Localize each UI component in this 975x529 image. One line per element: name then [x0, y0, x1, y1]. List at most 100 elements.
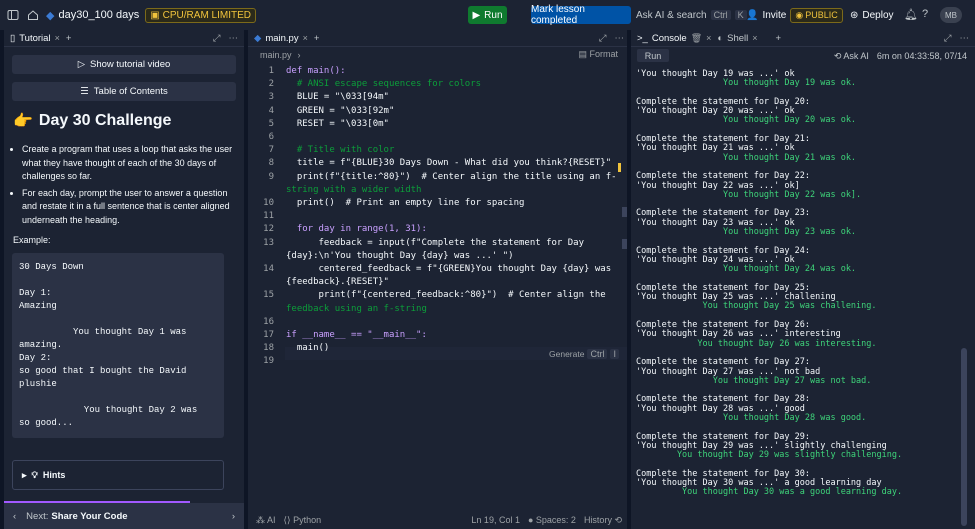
- line-text: print(f"{title:^80}") # Center align the…: [286, 171, 617, 182]
- shell-icon: ◐: [717, 32, 724, 44]
- close-icon[interactable]: ×: [55, 33, 60, 43]
- list-icon: ☰: [80, 86, 89, 97]
- code-line[interactable]: 4 GREEN = "\033[92m": [248, 105, 395, 118]
- format-button[interactable]: ▤ Format: [578, 49, 618, 60]
- format-label: Format: [589, 49, 618, 59]
- run-button[interactable]: ▶ Run: [468, 6, 507, 24]
- cpu-ram-badge[interactable]: ▣ CPU/RAM LIMITED: [145, 7, 256, 23]
- warning-icon: ▣: [150, 9, 160, 21]
- console-scrollbar[interactable]: [961, 348, 967, 526]
- deploy-button[interactable]: ⊛ Deploy: [850, 6, 894, 24]
- breadcrumb-file[interactable]: main.py: [260, 50, 292, 60]
- invite-button[interactable]: 👤 Invite ◉ PUBLIC: [746, 6, 843, 24]
- code-line[interactable]: 10 print() # Print an empty line for spa…: [248, 197, 524, 210]
- panel-divider[interactable]: [627, 30, 631, 529]
- tab-console[interactable]: >_ Console 🗑︎ ×: [637, 33, 711, 44]
- output-line: You thought Day 24 was ok.: [636, 264, 857, 275]
- line-text: string with a wider width: [286, 184, 422, 195]
- trash-icon[interactable]: 🗑︎: [691, 33, 702, 44]
- code-line[interactable]: 17 if __name__ == "__main__":: [248, 329, 427, 342]
- terminal-icon: >_: [637, 32, 648, 44]
- more-icon[interactable]: ⋯: [615, 33, 625, 44]
- console-tab-row: >_ Console 🗑︎ × ◐ Shell × + ⤢ ⋯: [631, 30, 975, 47]
- console-output[interactable]: 'You thought Day 19 was ...' ok You thou…: [636, 69, 958, 498]
- add-tab-icon[interactable]: +: [314, 33, 320, 44]
- tab-main-py[interactable]: ◆ main.py ×: [254, 33, 308, 44]
- code-line[interactable]: {feedback}.{RESET}": [248, 276, 389, 289]
- chevron-right-icon[interactable]: ›: [232, 511, 235, 522]
- format-icon: ▤: [578, 49, 590, 59]
- line-number: [248, 250, 286, 263]
- bell-icon[interactable]: 🔔︎: [904, 8, 918, 21]
- code-line[interactable]: 1 def main():: [248, 65, 346, 78]
- code-line[interactable]: 7 # Title with color: [248, 144, 395, 157]
- code-line[interactable]: 18 main(): [248, 342, 329, 355]
- code-line[interactable]: 11: [248, 210, 286, 223]
- code-line[interactable]: 15 print(f"{centered_feedback:^80}") # C…: [248, 289, 606, 302]
- code-line[interactable]: 9 print(f"{title:^80}") # Center align t…: [248, 171, 617, 184]
- ask-ai-search-button[interactable]: Ask AI & search Ctrl K: [636, 6, 747, 24]
- cursor-position[interactable]: Ln 19, Col 1: [471, 515, 520, 526]
- hints-toggle[interactable]: ▸ 💡︎ Hints: [12, 460, 224, 490]
- sidebar-toggle-icon[interactable]: [6, 8, 20, 22]
- output-line: You thought Day 25 was challening.: [636, 301, 877, 312]
- tab-tutorial[interactable]: ▯ Tutorial ×: [10, 33, 60, 44]
- panel-divider[interactable]: [244, 30, 248, 529]
- expand-icon[interactable]: ⤢: [599, 33, 607, 44]
- add-tab-icon[interactable]: +: [776, 33, 782, 44]
- line-number: 16: [263, 316, 274, 327]
- python-icon: ◆: [46, 9, 55, 22]
- deploy-label: Deploy: [862, 9, 894, 21]
- code-line[interactable]: 16: [248, 316, 286, 329]
- code-line[interactable]: 3 BLUE = "\033[94m": [248, 91, 389, 104]
- example-code-block: 30 Days Down Day 1: Amazing You thought …: [12, 253, 224, 438]
- home-icon[interactable]: [26, 8, 40, 22]
- expand-icon[interactable]: ⤢: [213, 33, 221, 44]
- code-line[interactable]: 13 feedback = input(f"Complete the state…: [248, 237, 584, 250]
- editor-panel: ◆ main.py × + ⤢ ⋯ main.py › ▤ Format 1 de…: [248, 30, 630, 529]
- ask-ai-button[interactable]: ⟲ Ask AI: [834, 51, 869, 62]
- hints-label: Hints: [42, 470, 66, 480]
- code-line[interactable]: 2 # ANSI escape sequences for colors: [248, 78, 482, 91]
- code-line[interactable]: 19: [248, 355, 286, 368]
- challenge-list: Create a program that uses a loop that a…: [22, 143, 236, 227]
- play-icon: ▷: [77, 59, 86, 70]
- code-line[interactable]: 14 centered_feedback = f"{GREEN}You thou…: [248, 263, 611, 276]
- chevron-left-icon[interactable]: ‹: [13, 511, 16, 522]
- line-number: 6: [268, 132, 274, 142]
- code-line[interactable]: string with a wider width: [248, 184, 421, 197]
- next-lesson-button[interactable]: ‹ Next: Share Your Code ›: [4, 503, 244, 529]
- line-number: 19: [263, 356, 274, 367]
- table-of-contents-button[interactable]: ☰ Table of Contents: [12, 82, 236, 101]
- mark-lesson-completed-button[interactable]: Mark lesson completed: [531, 4, 631, 26]
- repl-name[interactable]: ◆ day30_100 days: [46, 9, 139, 22]
- close-icon[interactable]: ×: [303, 33, 308, 43]
- add-tab-icon[interactable]: +: [66, 33, 72, 44]
- language-indicator[interactable]: ⟨⟩ Python: [284, 515, 322, 526]
- code-line[interactable]: 5 RESET = "\033[0m": [248, 118, 389, 131]
- generate-hint[interactable]: Generate Ctrl I: [549, 349, 619, 359]
- more-icon[interactable]: ⋯: [229, 33, 239, 44]
- help-icon[interactable]: ?: [922, 8, 928, 20]
- next-title: Share Your Code: [51, 510, 128, 522]
- spaces-setting[interactable]: ● Spaces: 2: [528, 515, 576, 526]
- expand-icon[interactable]: ⤢: [944, 33, 952, 44]
- code-line[interactable]: 6: [248, 131, 286, 144]
- tab-shell-label: Shell: [727, 32, 749, 44]
- close-icon[interactable]: ×: [706, 33, 711, 43]
- avatar[interactable]: MB: [940, 7, 962, 23]
- close-icon[interactable]: ×: [752, 33, 757, 43]
- code-line[interactable]: feedback using an f-string: [248, 303, 427, 316]
- line-number: 18: [263, 343, 274, 354]
- line-text: GREEN = "\033[92m": [286, 105, 395, 116]
- code-line[interactable]: {day}:\n'You thought Day {day} was ...' …: [248, 250, 514, 263]
- console-run-button[interactable]: Run: [637, 49, 669, 62]
- tab-shell[interactable]: ◐ Shell ×: [717, 33, 757, 44]
- code-line[interactable]: 8 title = f"{BLUE}30 Days Down - What di…: [248, 157, 612, 170]
- history-button[interactable]: History ⟲: [584, 515, 622, 526]
- code-line[interactable]: 12 for day in range(1, 31):: [248, 223, 427, 236]
- show-tutorial-video-button[interactable]: ▷ Show tutorial video: [12, 55, 236, 74]
- ai-toggle[interactable]: ⁂ AI: [256, 515, 276, 526]
- console-panel: >_ Console 🗑︎ × ◐ Shell × + ⤢ ⋯ ⟲ Ask AI…: [631, 30, 975, 529]
- more-icon[interactable]: ⋯: [960, 33, 970, 44]
